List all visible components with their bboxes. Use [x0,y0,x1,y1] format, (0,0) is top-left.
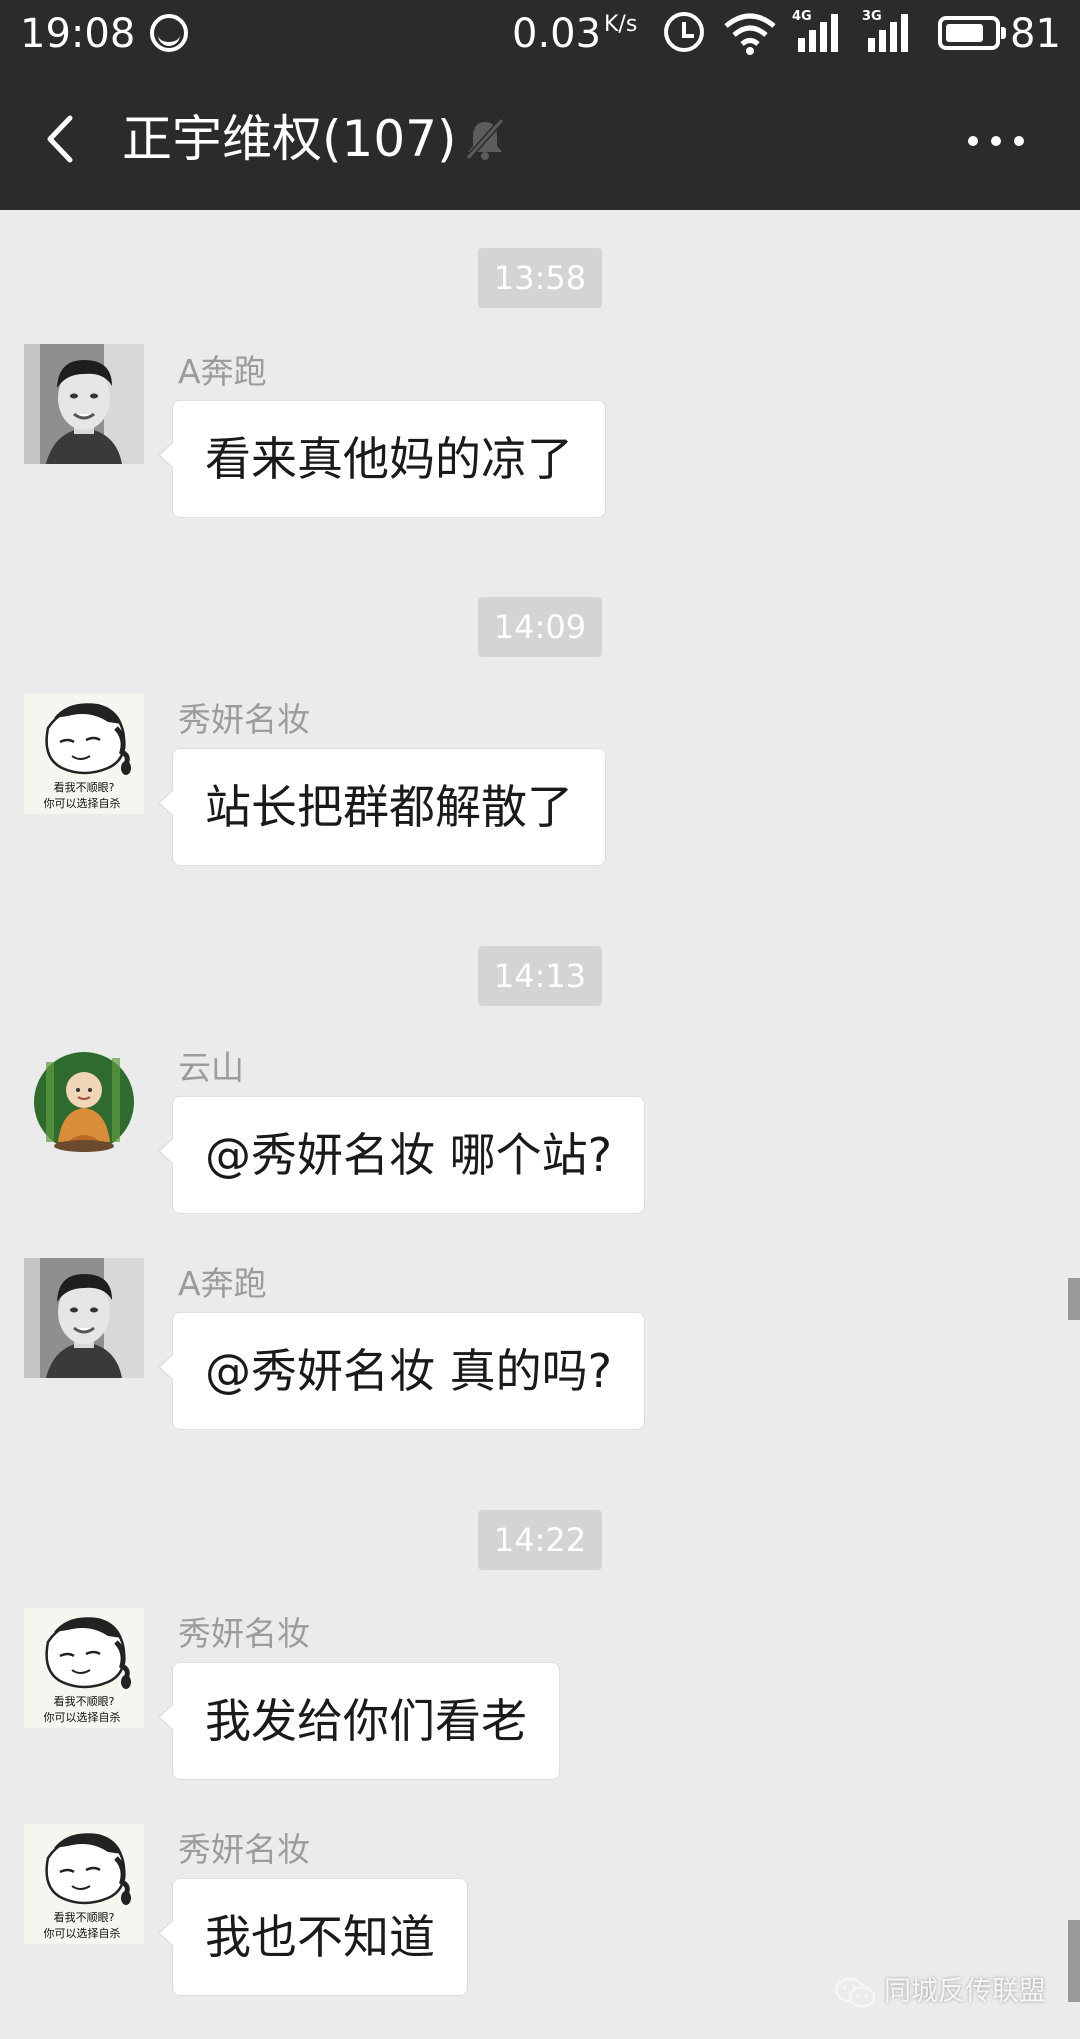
message-bubble[interactable]: 站长把群都解散了 [158,748,606,866]
timestamp: 14:22 [478,1510,602,1570]
message-bubble[interactable]: 我发给你们看老 [158,1662,560,1780]
sender-name: A奔跑 [178,1264,267,1303]
message-list[interactable]: 13:58 A奔跑 看来真他妈的凉了 14:09 看我不顺眼? 你可以选择自杀 … [0,210,1080,2039]
avatar-caption-line: 看我不顺眼? [54,1910,115,1924]
message-bubble[interactable]: @秀妍名妆 哪个站? [157,1096,646,1214]
wifi-icon [724,13,776,55]
scroll-indicator[interactable] [1068,1278,1080,1320]
avatar-caption-line: 你可以选择自杀 [44,1710,121,1724]
avatar-sticker[interactable]: 看我不顺眼? 你可以选择自杀 [24,694,144,814]
message-bubble[interactable]: 看来真他妈的凉了 [158,400,606,518]
sender-name: 秀妍名妆 [178,1830,310,1869]
status-time: 19:08 [20,11,136,57]
status-bar: 19:08 0.03 K/s 4G 3G 81 [0,0,1080,68]
battery-fill [946,24,984,42]
sender-name: 秀妍名妆 [178,700,310,739]
more-horizontal-icon[interactable] [960,112,1032,166]
battery-icon [938,16,1006,50]
sender-name: 秀妍名妆 [178,1614,310,1653]
notification-icon [150,14,188,52]
chevron-left-icon[interactable] [36,112,90,166]
network-speed-unit: K/s [604,12,638,37]
avatar-man[interactable] [24,1258,144,1378]
battery-level: 81 [1010,11,1061,57]
chat-header: 正宇维权(107) [0,68,1080,210]
signal-3g-icon: 3G [862,10,910,52]
chat-title: 正宇维权(107) [122,110,457,168]
avatar-caption-line: 你可以选择自杀 [44,796,121,810]
sender-name: 云山 [178,1048,244,1087]
sender-name: A奔跑 [178,352,267,391]
scroll-indicator[interactable] [1068,1920,1080,2002]
avatar-caption-line: 看我不顺眼? [54,780,115,794]
wechat-icon [834,1977,876,2008]
message-bubble[interactable]: @秀妍名妆 真的吗? [157,1312,646,1430]
timestamp: 14:09 [478,597,602,657]
timestamp: 13:58 [478,248,602,308]
message-bubble[interactable]: 我也不知道 [158,1878,468,1996]
avatar-sticker[interactable]: 看我不顺眼? 你可以选择自杀 [24,1824,144,1944]
watermark-text: 同城反传联盟 [884,1976,1046,2007]
network-speed: 0.03 [512,11,602,57]
avatar-monk[interactable] [24,1044,144,1164]
avatar-sticker[interactable]: 看我不顺眼? 你可以选择自杀 [24,1608,144,1728]
bell-off-icon [465,117,505,161]
avatar-man[interactable] [24,344,144,464]
avatar-caption-line: 你可以选择自杀 [44,1926,121,1940]
alarm-icon [664,12,704,52]
timestamp: 14:13 [478,946,602,1006]
signal-4g-icon: 4G [792,10,840,52]
avatar-caption-line: 看我不顺眼? [54,1694,115,1708]
